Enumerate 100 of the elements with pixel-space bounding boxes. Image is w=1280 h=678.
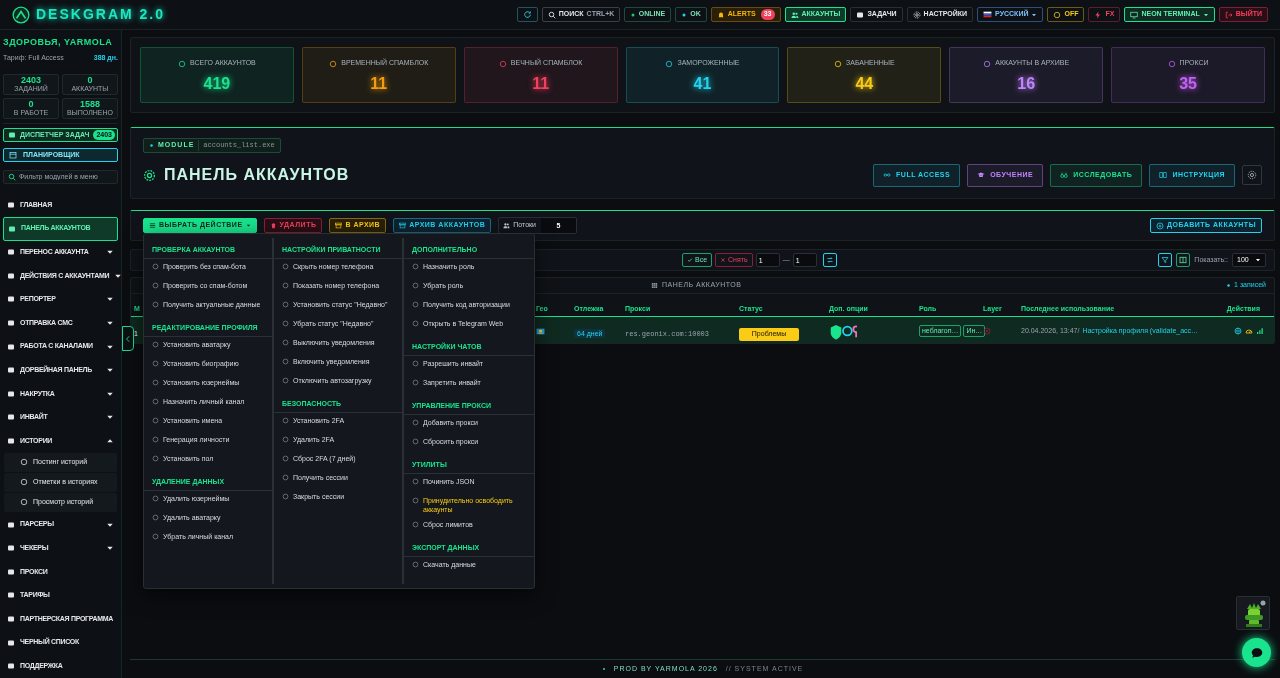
- circle-icon: [282, 493, 289, 500]
- gauge-button[interactable]: [1245, 327, 1253, 335]
- card-value: 35: [1179, 75, 1197, 92]
- card-value: 419: [203, 75, 231, 92]
- circle-icon: [412, 478, 419, 485]
- logout-icon: [1224, 10, 1233, 19]
- globe-icon: [1234, 327, 1242, 335]
- plus-icon: [1155, 221, 1164, 230]
- chat-button[interactable]: [1242, 638, 1271, 667]
- circle-icon: [152, 360, 159, 367]
- circle-icon: [152, 263, 159, 270]
- square-icon: [8, 224, 16, 233]
- circle-icon: [152, 436, 159, 443]
- flag-icon: [983, 10, 993, 19]
- box-icon: [335, 222, 343, 229]
- card-value: 11: [532, 75, 550, 92]
- square-icon: [7, 389, 15, 398]
- globe-button[interactable]: [1234, 327, 1242, 335]
- refresh-button[interactable]: [516, 7, 538, 22]
- chat-icon: [1249, 645, 1264, 660]
- x-circle-icon: [983, 327, 991, 335]
- circle-icon: [983, 59, 992, 68]
- circle-icon: [282, 282, 289, 289]
- collapse-button[interactable]: [122, 326, 134, 351]
- bell-icon: [716, 10, 725, 19]
- circle-icon: [152, 495, 159, 502]
- square-icon: [7, 248, 15, 257]
- circle-icon: [329, 59, 338, 68]
- square-icon: [7, 662, 15, 671]
- monitor-icon: [1130, 10, 1139, 19]
- panel-title: ПАНЕЛЬ АККАУНТОВ: [164, 165, 350, 185]
- circle-icon: [282, 263, 289, 270]
- apply-range-button[interactable]: [822, 253, 837, 267]
- circle-icon: [152, 533, 159, 540]
- circle-icon: [834, 59, 842, 68]
- circle-icon: [152, 379, 159, 386]
- app-title: DESKGRAM 2.0: [36, 5, 166, 24]
- power-icon: [1053, 10, 1062, 19]
- status-dot-icon: [1226, 283, 1232, 288]
- circle-icon: [412, 360, 419, 367]
- columns-button[interactable]: [1176, 253, 1191, 267]
- stats-button[interactable]: [1256, 327, 1264, 335]
- bars-icon: [1256, 327, 1264, 335]
- circle-icon: [412, 419, 419, 426]
- square-icon: [7, 295, 15, 304]
- circle-icon: [152, 282, 159, 289]
- circle-icon: [412, 438, 419, 445]
- circle-icon: [412, 263, 419, 270]
- circle-icon: [282, 320, 289, 327]
- trash-icon: [269, 222, 277, 229]
- check-icon: [687, 257, 693, 263]
- square-icon: [7, 544, 15, 553]
- settings-button[interactable]: [1242, 165, 1262, 185]
- square-icon: [7, 342, 15, 351]
- square-icon: [7, 437, 15, 446]
- table-icon: [651, 282, 658, 289]
- circle-icon: [282, 474, 289, 481]
- caret-down-icon: [1255, 257, 1261, 263]
- circle-icon: [152, 341, 159, 348]
- square-icon: [7, 366, 15, 375]
- swap-icon: [825, 256, 834, 264]
- users-icon: [790, 10, 799, 19]
- greeting-text: ЗДОРОВЬЯ, YARMOLA: [3, 36, 114, 49]
- card-value: 16: [1017, 75, 1036, 92]
- circle-icon: [152, 514, 159, 521]
- box-icon: [399, 222, 407, 229]
- circle-icon: [282, 417, 289, 424]
- close-icon: [720, 257, 727, 263]
- list-icon: [149, 222, 156, 229]
- circle-icon: [152, 398, 159, 405]
- logo-icon: [12, 5, 30, 24]
- square-icon: [7, 201, 15, 210]
- columns-icon: [1179, 256, 1188, 264]
- filter-button[interactable]: [1158, 253, 1173, 267]
- circle-icon: [282, 339, 289, 346]
- square-icon: [7, 271, 15, 280]
- refresh-icon: [522, 10, 532, 19]
- circle-icon: [152, 301, 159, 308]
- binoculars-icon: [1060, 171, 1069, 179]
- settings-icon: [1247, 170, 1257, 180]
- circle-icon: [152, 455, 159, 462]
- circle-icon: [282, 455, 289, 462]
- filter-icon: [1161, 256, 1170, 264]
- square-icon: [7, 319, 15, 328]
- circle-icon: [178, 59, 187, 68]
- circle-icon: [412, 561, 419, 568]
- circle-icon: [20, 498, 28, 507]
- circle-icon: [412, 320, 419, 327]
- circle-icon: [282, 358, 289, 365]
- infinity-icon: [883, 171, 892, 179]
- circle-icon: [20, 458, 28, 467]
- circle-icon: [282, 436, 289, 443]
- square-icon: [7, 413, 15, 422]
- square-icon: [7, 520, 15, 529]
- card-value: 41: [693, 75, 712, 92]
- search-icon: [547, 10, 556, 19]
- calendar-icon: [9, 151, 17, 160]
- circle-icon: [498, 59, 507, 68]
- book-icon: [1159, 171, 1168, 179]
- search-icon: [8, 173, 16, 182]
